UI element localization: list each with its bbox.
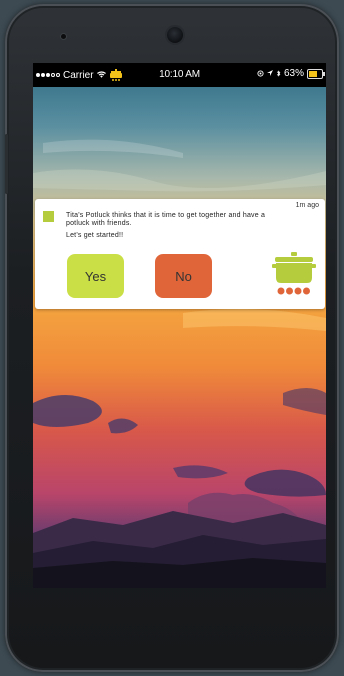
earpiece [61, 34, 66, 39]
battery-percent: 63% [283, 68, 304, 79]
battery-level [309, 70, 317, 77]
notification-message: Tita's Potluck thinks that it is time to… [66, 212, 266, 227]
front-camera [167, 27, 183, 43]
side-button [5, 134, 8, 194]
notification-subtext: Let's get started!! [66, 232, 124, 239]
bluetooth-icon [276, 70, 281, 77]
status-bar: Carrier 10:10 AM 63% [33, 63, 326, 87]
yes-button[interactable]: Yes [67, 254, 124, 298]
battery-icon [307, 68, 325, 79]
phone-frame: Carrier 10:10 AM 63% 1m ago Tita's Potlu… [5, 4, 339, 672]
sunset-wallpaper [33, 63, 326, 588]
phone-screen: Carrier 10:10 AM 63% 1m ago Tita's Potlu… [33, 63, 326, 588]
lock-rotation-icon [257, 70, 264, 77]
notification-badge [43, 211, 54, 222]
location-icon [266, 70, 273, 76]
notification-card[interactable]: 1m ago Tita's Potluck thinks that it is … [35, 199, 325, 309]
notification-time: 1m ago [295, 202, 319, 209]
no-button[interactable]: No [155, 254, 212, 298]
cooking-pot-icon [272, 252, 316, 295]
